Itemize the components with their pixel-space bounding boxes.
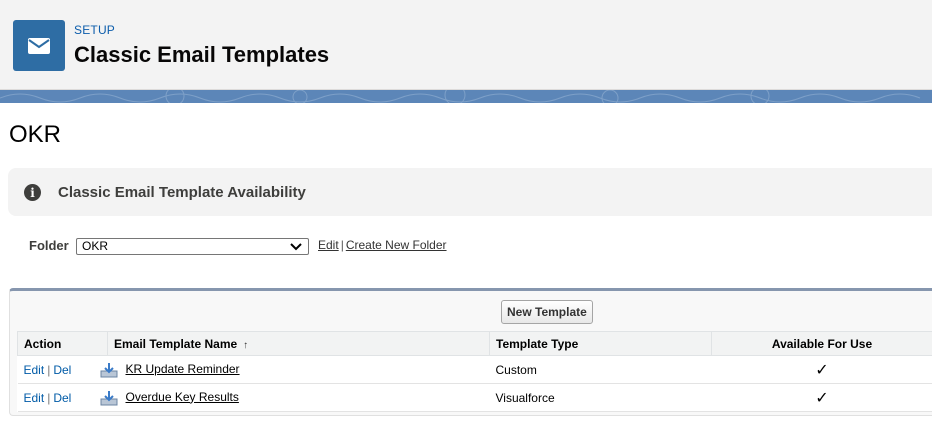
chevron-down-icon (290, 243, 302, 251)
folder-heading: OKR (9, 121, 62, 148)
delete-link[interactable]: Del (53, 391, 71, 405)
header-eyebrow: SETUP (74, 23, 116, 37)
separator: | (47, 362, 51, 377)
download-icon[interactable] (100, 390, 118, 406)
template-type: Visualforce (489, 383, 712, 412)
template-name-cell: Overdue Key Results (100, 383, 490, 412)
info-icon: i (24, 184, 41, 201)
table-row: Edit | Del Overdue Key Results Visualforce… (17, 383, 932, 412)
checkmark-icon: ✓ (815, 389, 829, 407)
folder-label: Folder (29, 238, 69, 253)
templates-panel: New Template Action Email Template Name ↑… (9, 288, 932, 416)
page-title: Classic Email Templates (74, 42, 330, 67)
available-checkmark: ✓ (711, 383, 932, 412)
column-header-type: Template Type (489, 331, 712, 356)
available-checkmark: ✓ (711, 355, 932, 384)
create-new-folder-link[interactable]: Create New Folder (346, 238, 447, 252)
edit-link[interactable]: Edit (24, 391, 45, 405)
edit-folder-link[interactable]: Edit (318, 238, 339, 252)
template-name-cell: KR Update Reminder (100, 355, 490, 384)
separator: | (47, 390, 51, 405)
folder-select-value: OKR (82, 239, 109, 253)
column-header-action: Action (17, 331, 108, 356)
row-actions: Edit | Del (17, 355, 108, 384)
decorative-band (0, 90, 932, 103)
templates-table: Action Email Template Name ↑ Template Typ… (17, 331, 932, 412)
availability-banner: i Classic Email Template Availability (8, 168, 932, 216)
delete-link[interactable]: Del (53, 363, 71, 377)
template-name-link[interactable]: KR Update Reminder (126, 362, 240, 376)
edit-link[interactable]: Edit (24, 363, 45, 377)
sort-ascending-icon: ↑ (243, 339, 249, 351)
table-header-row: Action Email Template Name ↑ Template Typ… (17, 331, 932, 356)
row-actions: Edit | Del (17, 383, 108, 412)
new-template-button[interactable]: New Template (501, 300, 593, 324)
folder-links: Edit | Create New Folder (318, 238, 447, 252)
envelope-icon (13, 20, 65, 71)
column-header-name-label: Email Template Name (114, 336, 238, 351)
separator: | (340, 238, 344, 252)
column-header-available: Available For Use (711, 331, 932, 356)
page-header: SETUP Classic Email Templates (0, 0, 932, 90)
checkmark-icon: ✓ (815, 361, 829, 379)
template-type: Custom (489, 355, 712, 384)
availability-text: Classic Email Template Availability (58, 184, 306, 201)
template-name-link[interactable]: Overdue Key Results (126, 390, 239, 404)
column-header-name[interactable]: Email Template Name ↑ (107, 331, 490, 356)
folder-select[interactable]: OKR (76, 238, 309, 255)
table-row: Edit | Del KR Update Reminder Custom ✓ (17, 355, 932, 384)
download-icon[interactable] (100, 362, 118, 378)
